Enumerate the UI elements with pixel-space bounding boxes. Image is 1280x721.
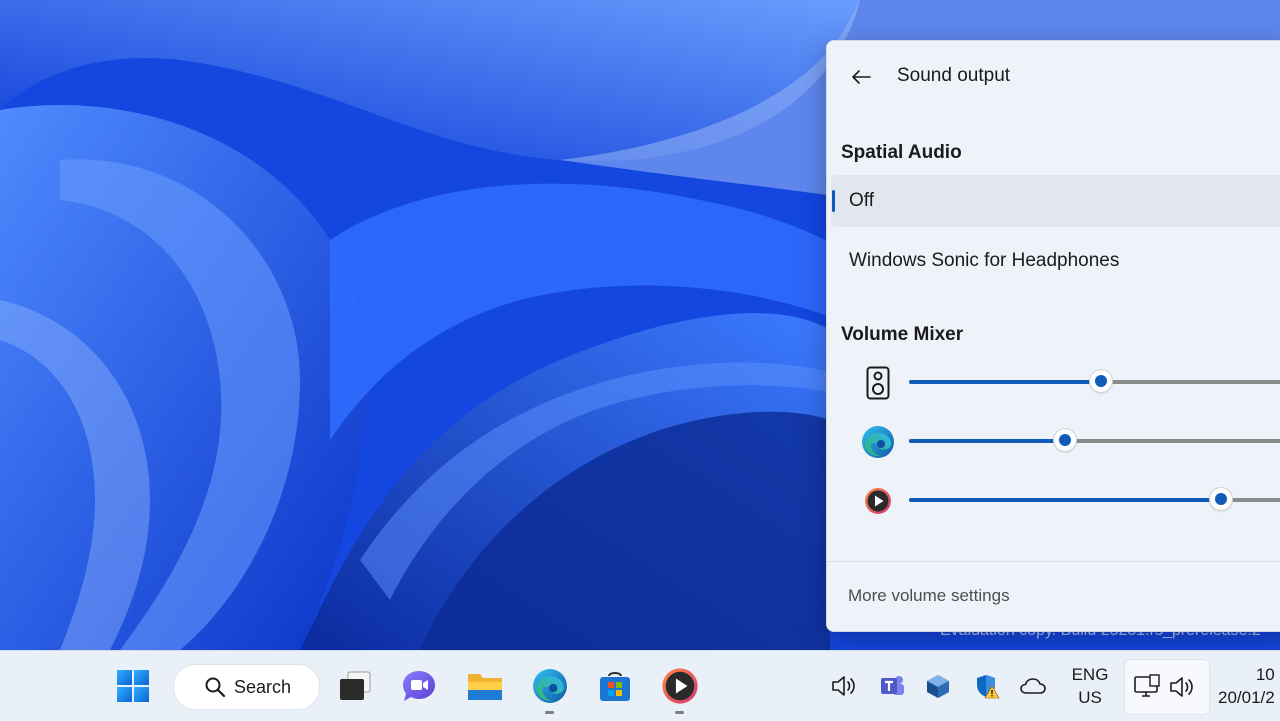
tray-defender-button[interactable] [972,669,1002,703]
mixer-row-media-player [827,480,1280,520]
volume-mixer-heading: Volume Mixer [841,324,964,345]
tray-teams-button[interactable] [877,669,907,703]
virtualbox-icon [927,675,949,698]
onedrive-icon [1020,678,1046,694]
slider-thumb[interactable] [1210,488,1232,510]
edge-taskbar-button[interactable] [527,664,573,714]
clock-date: 20/01/2 [1218,688,1275,707]
volume-icon [1170,677,1193,697]
store-icon [600,672,630,701]
tray-onedrive-button[interactable] [1018,669,1048,703]
search-label: Search [234,676,292,697]
mixer-row-edge [827,421,1280,461]
edge-icon [861,425,895,459]
selection-indicator [832,190,835,212]
language-region: US [1078,688,1102,707]
slider-fill [909,380,1101,384]
taskbar-search-box[interactable]: Search [173,664,320,710]
defender-icon [977,675,1000,699]
task-view-button[interactable] [332,664,378,708]
tray-virtualbox-button[interactable] [923,669,953,703]
input-language-indicator[interactable]: ENG US [1068,663,1112,709]
running-indicator [675,711,684,714]
spatial-audio-heading: Spatial Audio [841,142,962,163]
sound-output-flyout: Sound output Spatial Audio Off Windows S… [826,40,1280,632]
taskbar-clock[interactable]: 10 20/01/2 [1218,663,1275,709]
search-icon [205,677,226,698]
teams-chat-icon [403,671,435,701]
slider-fill [909,439,1065,443]
language-code: ENG [1071,665,1109,684]
slider-fill [909,498,1221,502]
speaker-icon [861,366,895,400]
network-icon [1134,674,1160,697]
media-player-icon [861,484,895,518]
volume-slider-media-player[interactable] [909,488,1280,510]
task-view-icon [340,671,371,700]
option-label: Windows Sonic for Headphones [849,250,1120,271]
edge-icon [533,669,567,703]
more-volume-settings-link[interactable]: More volume settings [848,586,1010,606]
mixer-row-system [827,362,1280,402]
slider-thumb[interactable] [1054,429,1076,451]
file-explorer-button[interactable] [462,664,508,708]
file-explorer-icon [468,674,502,700]
flyout-footer: More volume settings [827,561,1280,631]
volume-icon [832,676,855,696]
teams-chat-button[interactable] [396,664,442,708]
option-label: Off [849,190,874,211]
volume-slider-system[interactable] [909,370,1280,392]
taskbar: Search ENG US 10 20/01/2 [0,650,1280,721]
start-button[interactable] [110,664,156,708]
media-player-icon [662,668,698,704]
teams-icon [881,676,904,695]
clock-time: 10 [1255,665,1275,684]
start-icon [117,670,149,702]
tray-volume-button[interactable] [829,669,859,703]
slider-thumb[interactable] [1090,370,1112,392]
store-button[interactable] [592,664,638,708]
flyout-title: Sound output [897,65,1011,86]
volume-slider-edge[interactable] [909,429,1280,451]
quick-settings-button[interactable] [1124,659,1210,715]
spatial-option-off[interactable]: Off [831,175,1280,227]
back-button[interactable] [845,61,877,93]
back-arrow-icon [852,70,871,84]
running-indicator [545,711,554,714]
flyout-header: Sound output [827,41,1280,111]
spatial-option-windows-sonic[interactable]: Windows Sonic for Headphones [831,235,1280,287]
media-player-taskbar-button[interactable] [657,664,703,714]
